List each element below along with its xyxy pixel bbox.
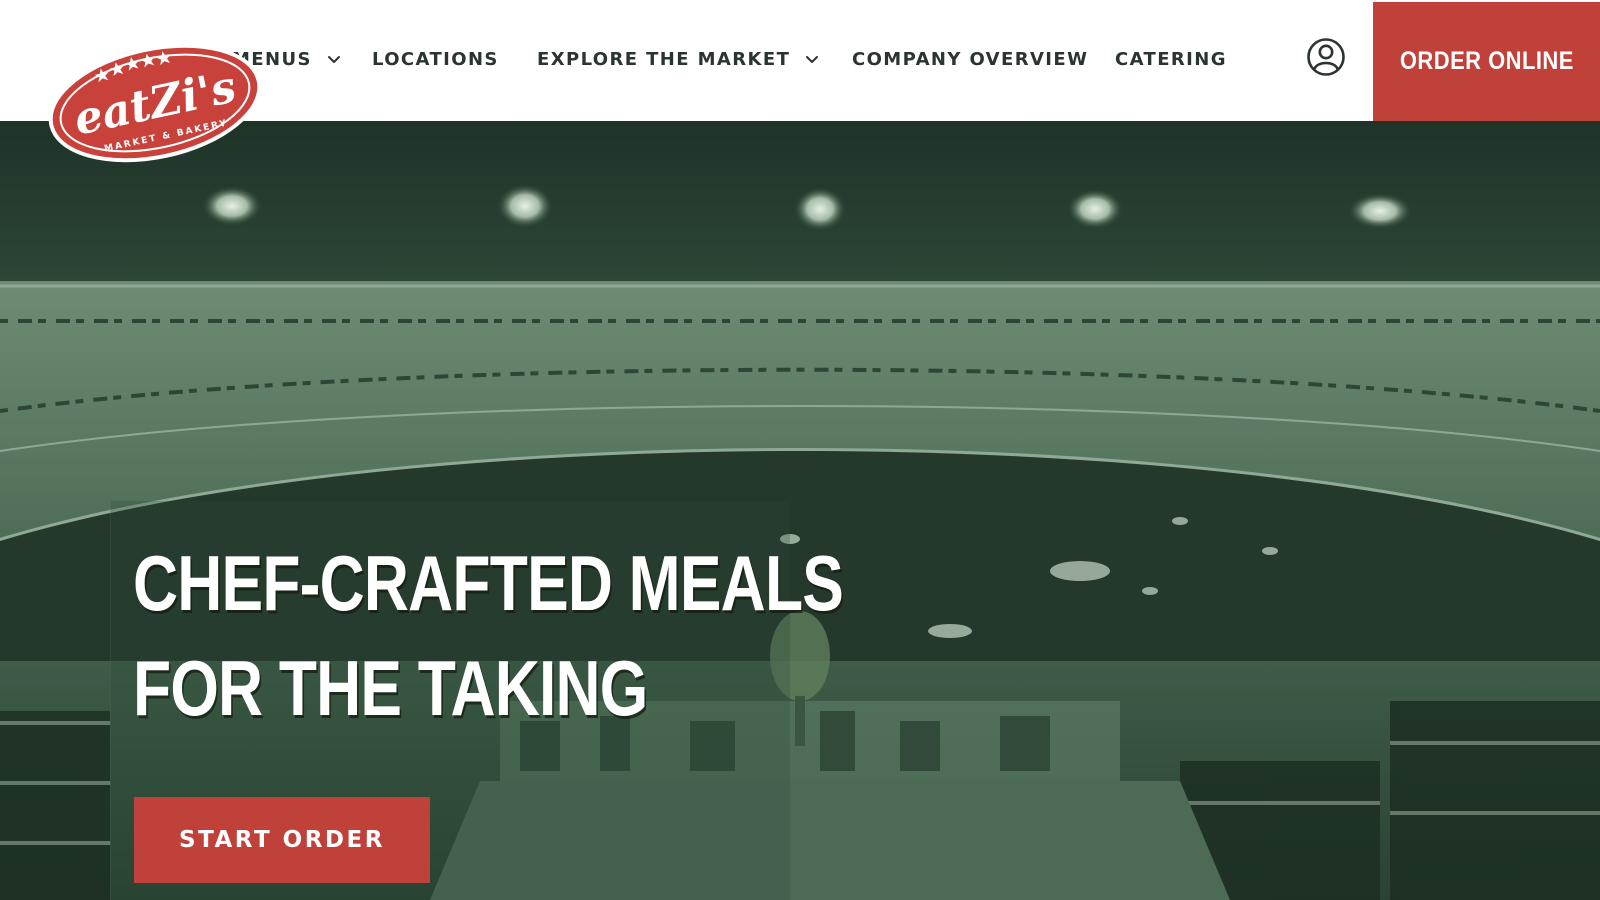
start-order-button[interactable]: START ORDER [134, 797, 430, 883]
nav-item-locations[interactable]: LOCATIONS [372, 43, 499, 75]
hero-section: CHEF-CRAFTED MEALS FOR THE TAKING START … [0, 121, 1600, 900]
hero-headline-line-2: FOR THE TAKING [133, 644, 648, 732]
eatzis-logo[interactable]: eatZi's MARKET & BAKERY [43, 40, 267, 167]
order-online-button[interactable]: ORDER ONLINE [1373, 2, 1600, 121]
nav-item-label: EXPLORE THE MARKET [537, 48, 791, 70]
order-online-label: ORDER ONLINE [1399, 47, 1574, 75]
user-circle-icon[interactable] [1306, 37, 1346, 77]
nav-item-label: LOCATIONS [372, 48, 499, 70]
chevron-down-icon [806, 56, 819, 63]
nav-item-catering[interactable]: CATERING [1115, 43, 1227, 75]
nav-item-explore-the-market[interactable]: EXPLORE THE MARKET [537, 43, 820, 75]
nav-item-company-overview[interactable]: COMPANY OVERVIEW [852, 43, 1088, 75]
logo-emblem: eatZi's MARKET & BAKERY [48, 43, 262, 163]
hero-headline-line-1: CHEF-CRAFTED MEALS [133, 539, 844, 627]
start-order-label: START ORDER [179, 827, 385, 853]
nav-item-label: CATERING [1115, 48, 1227, 70]
chevron-down-icon [327, 56, 340, 63]
nav-item-label: COMPANY OVERVIEW [852, 48, 1089, 70]
hero-headline: CHEF-CRAFTED MEALS FOR THE TAKING [133, 531, 844, 741]
